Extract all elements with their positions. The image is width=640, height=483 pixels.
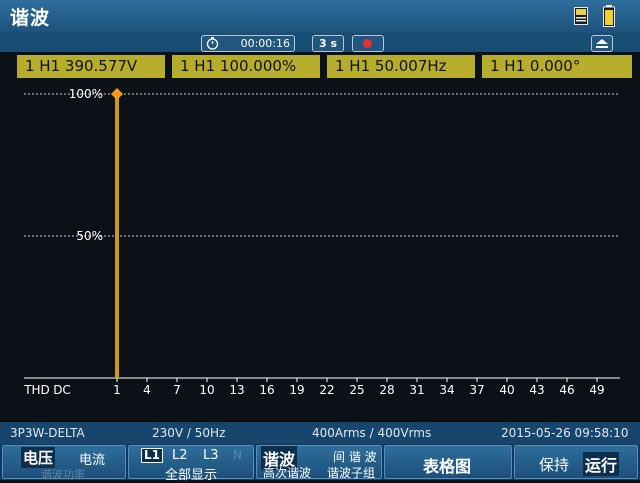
info-bar: 3P3W-DELTA 230V / 50Hz 400Arms / 400Vrms… [0,422,640,444]
x-tick-label: 28 [379,383,394,397]
x-tick-label: 46 [559,383,574,397]
readout-percent: 1 H1 100.000% [172,55,320,78]
interval-button[interactable]: 3 s [312,35,344,52]
sd-card-icon [574,7,588,25]
x-tick-label: 25 [349,383,364,397]
x-tick-label: 34 [439,383,454,397]
record-button[interactable] [352,35,384,52]
harmonic-bar-chart: 100% 50% THD DC 1 4 7 10 13 16 19 22 25 28 31 34 37 40 43 4… [23,87,620,397]
softkey-high-harmonic[interactable]: 高次谐波 [263,464,311,481]
x-tick-label: 22 [319,383,334,397]
x-tick-label: 4 [143,383,151,397]
datetime: 2015-05-26 09:58:10 [501,426,629,440]
eject-icon [596,39,608,48]
softkey-table-view[interactable]: 表格图 [384,445,512,479]
softkey-measure[interactable]: 电压 电流 谐波功率 [2,445,126,481]
phase-l1[interactable]: L1 [141,448,163,463]
eject-button[interactable] [591,35,613,52]
x-tick-label: 1 [113,383,121,397]
phase-l3[interactable]: L3 [203,448,219,463]
x-tick-label: 7 [173,383,181,397]
status-strip: 00:00:16 3 s [0,33,640,52]
x-tick-label: THD [23,383,50,397]
phase-n[interactable]: N [233,448,242,462]
elapsed-timer: 00:00:16 [201,35,295,52]
softkey-table-label[interactable]: 表格图 [423,453,471,477]
cursor-marker [111,88,123,100]
readout-phase: 1 H1 0.000° [482,55,632,78]
page-title: 谐波 [10,7,51,29]
x-tick-label: 19 [289,383,304,397]
softkey-show-all[interactable]: 全部显示 [165,464,217,483]
x-tick-label: 49 [589,383,604,397]
wiring-config: 3P3W-DELTA [10,426,85,440]
softkey-hold[interactable]: 保持 [539,454,569,475]
y-tick-label: 50% [76,229,103,243]
harmonic-bar [115,94,119,378]
softkey-subgroup[interactable]: 谐波子组 [327,464,375,481]
softkey-bar: 电压 电流 谐波功率 L1 L2 L3 N 全部显示 谐波 高次谐波 间 谐 波… [0,444,640,483]
softkey-hold-run[interactable]: 保持 运行 [514,445,638,479]
softkey-harmonic-type[interactable]: 谐波 高次谐波 间 谐 波 谐波子组 [256,445,382,481]
elapsed-time: 00:00:16 [240,37,290,50]
readout-voltage: 1 H1 390.577V [17,55,165,78]
title-bar: 谐波 [0,0,640,34]
x-tick-label: 31 [409,383,424,397]
softkey-run[interactable]: 运行 [583,452,620,476]
battery-icon [603,5,615,27]
softkey-voltage[interactable]: 电压 [21,447,56,468]
x-tick-label: 43 [529,383,544,397]
softkey-interharmonic[interactable]: 间 谐 波 [333,448,377,465]
x-tick-label: 16 [259,383,274,397]
x-tick-label: 37 [469,383,484,397]
range-values: 400Arms / 400Vrms [312,426,432,440]
record-icon [363,39,372,48]
nominal-values: 230V / 50Hz [152,426,226,440]
softkey-phase[interactable]: L1 L2 L3 N 全部显示 [128,445,254,483]
phase-l2[interactable]: L2 [172,448,188,463]
x-tick-label: 40 [499,383,514,397]
readout-frequency: 1 H1 50.007Hz [327,55,475,78]
x-tick-label: DC [53,383,71,397]
stopwatch-icon [206,37,219,50]
x-tick-label: 10 [199,383,214,397]
y-tick-label: 100% [69,87,103,101]
x-tick-label: 13 [229,383,244,397]
